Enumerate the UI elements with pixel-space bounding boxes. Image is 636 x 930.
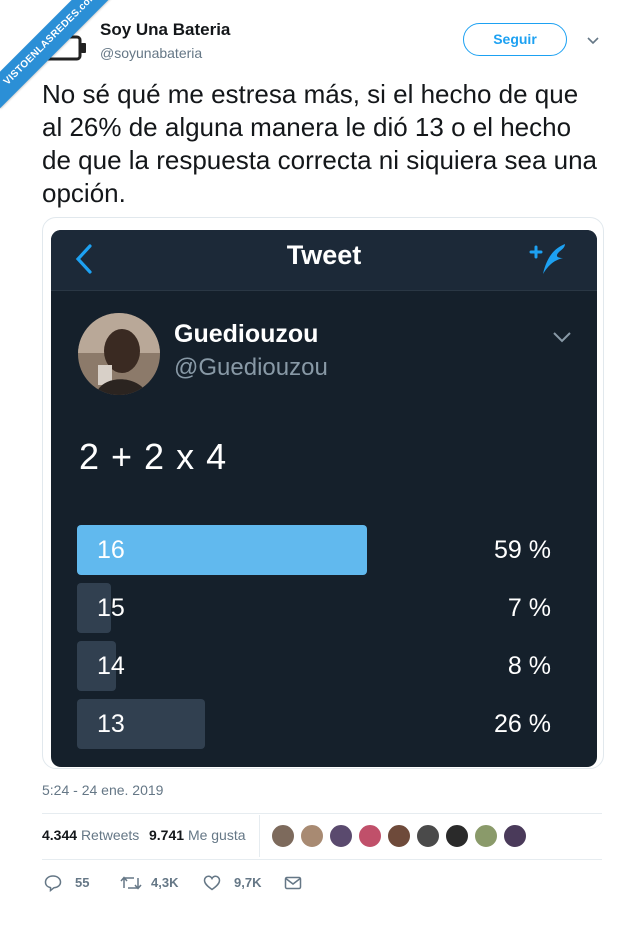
tweet-timestamp[interactable]: 5:24 - 24 ene. 2019 bbox=[42, 782, 163, 798]
reply-icon bbox=[44, 875, 62, 892]
liker-avatar[interactable] bbox=[357, 823, 383, 849]
retweet-icon bbox=[120, 876, 142, 890]
tweet-actions: 55 4,3K 9,7K bbox=[42, 870, 602, 896]
screenshot-user-handle: @Guediouzou bbox=[174, 354, 328, 381]
user-avatar bbox=[78, 313, 160, 395]
poll-option: 15 7 % bbox=[77, 583, 551, 633]
engagement-stats: 4.344 Retweets 9.741 Me gusta bbox=[42, 813, 602, 859]
liker-avatar[interactable] bbox=[502, 823, 528, 849]
poll-option: 16 59 % bbox=[77, 525, 551, 575]
envelope-icon bbox=[284, 876, 302, 890]
reply-count: 55 bbox=[75, 875, 90, 890]
retweets-count: 4.344 bbox=[42, 827, 78, 843]
likes-label: Me gusta bbox=[187, 827, 246, 843]
poll-option-label: 16 bbox=[97, 536, 125, 564]
liker-avatars bbox=[270, 823, 570, 849]
retweets-stat[interactable]: 4.344 Retweets bbox=[42, 827, 139, 843]
liker-avatar[interactable] bbox=[299, 823, 325, 849]
divider bbox=[259, 815, 260, 857]
screenshot-topbar: Tweet bbox=[51, 230, 597, 291]
liker-avatar[interactable] bbox=[444, 823, 470, 849]
poll-option: 13 26 % bbox=[77, 699, 551, 749]
poll-option-label: 15 bbox=[97, 594, 125, 622]
screenshot-title: Tweet bbox=[286, 240, 362, 270]
heart-icon bbox=[203, 875, 221, 891]
divider bbox=[42, 859, 602, 860]
retweet-button[interactable]: 4,3K bbox=[120, 870, 190, 896]
author-handle[interactable]: @soyunabateria bbox=[100, 45, 202, 61]
poll-option-percent: 7 % bbox=[507, 594, 551, 622]
author-name[interactable]: Soy Una Bateria bbox=[100, 20, 230, 40]
liker-avatar[interactable] bbox=[415, 823, 441, 849]
retweets-label: Retweets bbox=[80, 827, 140, 843]
reply-button[interactable]: 55 bbox=[44, 870, 104, 896]
direct-message-button[interactable] bbox=[284, 870, 306, 896]
compose-tweet-icon bbox=[529, 244, 565, 274]
liker-avatar[interactable] bbox=[270, 823, 296, 849]
poll-option-label: 14 bbox=[97, 652, 125, 680]
likes-count: 9.741 bbox=[149, 827, 185, 843]
poll-option-percent: 26 % bbox=[494, 710, 551, 738]
poll-option-percent: 59 % bbox=[494, 536, 551, 564]
poll-option: 14 8 % bbox=[77, 641, 551, 691]
chevron-down-icon bbox=[553, 332, 571, 343]
retweet-count: 4,3K bbox=[151, 875, 179, 890]
liker-avatar[interactable] bbox=[386, 823, 412, 849]
liker-avatar[interactable] bbox=[473, 823, 499, 849]
tweet-text: No sé qué me estresa más, si el hecho de… bbox=[42, 79, 598, 208]
screenshot-user-name: Guediouzou bbox=[174, 320, 319, 348]
poll-question: 2 + 2 x 4 bbox=[79, 436, 228, 477]
liker-avatar[interactable] bbox=[328, 823, 354, 849]
poll-option-percent: 8 % bbox=[507, 652, 551, 680]
likes-stat[interactable]: 9.741 Me gusta bbox=[149, 827, 246, 843]
poll-option-label: 13 bbox=[97, 710, 125, 738]
like-count: 9,7K bbox=[234, 875, 262, 890]
chevron-down-icon[interactable] bbox=[585, 32, 601, 48]
like-button[interactable]: 9,7K bbox=[203, 870, 273, 896]
embedded-screenshot[interactable]: Tweet Guediouzou @Guediouzou 2 + 2 x 4 1… bbox=[51, 230, 597, 767]
follow-button[interactable]: Seguir bbox=[463, 23, 567, 56]
